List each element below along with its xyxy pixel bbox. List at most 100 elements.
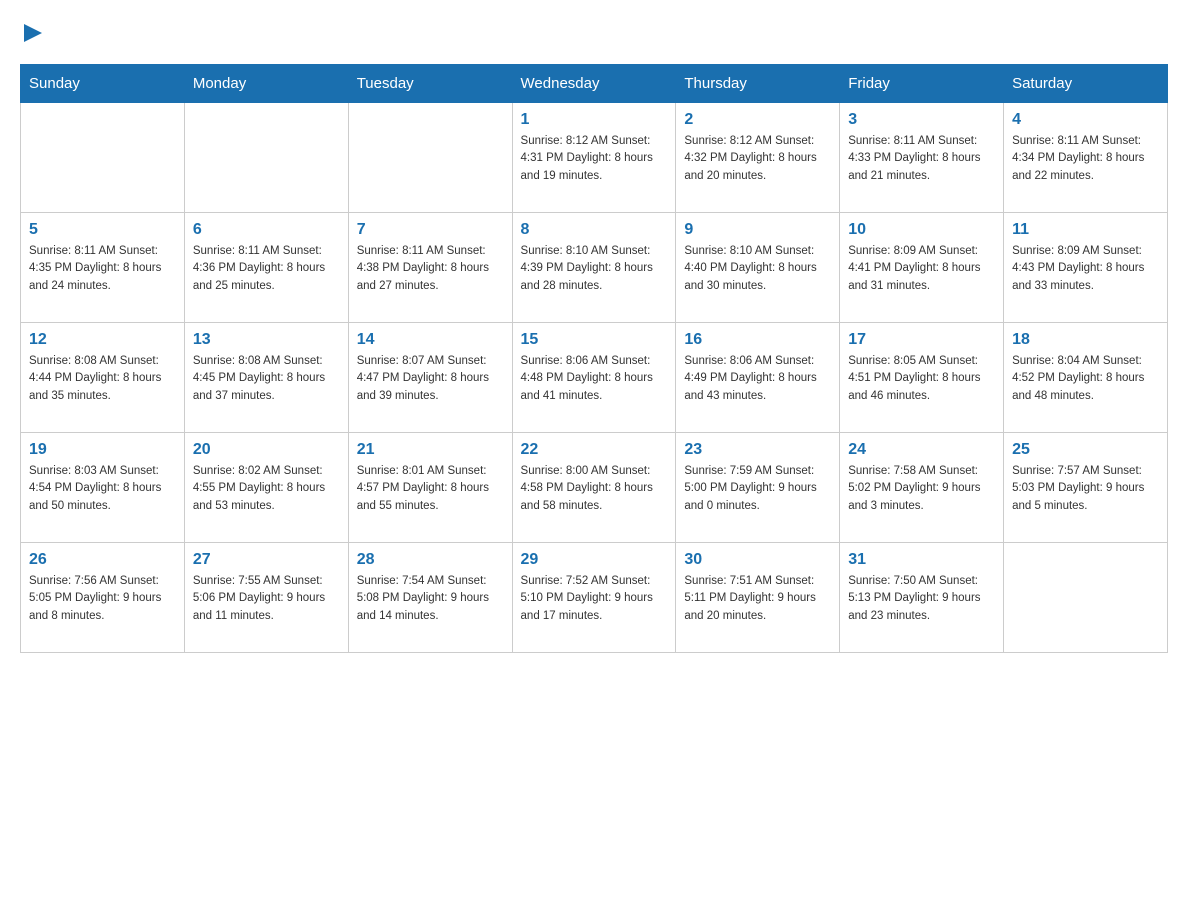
calendar-cell [21, 103, 185, 213]
calendar-cell: 21 Sunrise: 8:01 AM Sunset: 4:57 PM Dayli… [348, 433, 512, 543]
day-info: Sunrise: 8:04 AM Sunset: 4:52 PM Dayligh… [1012, 353, 1159, 405]
day-info: Sunrise: 8:11 AM Sunset: 4:34 PM Dayligh… [1012, 133, 1159, 185]
day-number: 5 [29, 221, 176, 239]
page-header [20, 20, 1168, 44]
day-info: Sunrise: 8:11 AM Sunset: 4:38 PM Dayligh… [357, 243, 504, 295]
day-number: 31 [848, 551, 995, 569]
day-info: Sunrise: 8:10 AM Sunset: 4:40 PM Dayligh… [684, 243, 831, 295]
day-number: 9 [684, 221, 831, 239]
calendar-cell: 9 Sunrise: 8:10 AM Sunset: 4:40 PM Daylig… [676, 213, 840, 323]
logo-arrow-icon [22, 22, 44, 44]
day-number: 4 [1012, 111, 1159, 129]
calendar-cell: 4 Sunrise: 8:11 AM Sunset: 4:34 PM Daylig… [1004, 103, 1168, 213]
week-row-3: 12 Sunrise: 8:08 AM Sunset: 4:44 PM Dayli… [21, 323, 1168, 433]
day-number: 13 [193, 331, 340, 349]
day-number: 25 [1012, 441, 1159, 459]
calendar-cell [184, 103, 348, 213]
day-info: Sunrise: 7:58 AM Sunset: 5:02 PM Dayligh… [848, 463, 995, 515]
day-info: Sunrise: 8:08 AM Sunset: 4:45 PM Dayligh… [193, 353, 340, 405]
calendar-table: SundayMondayTuesdayWednesdayThursdayFrid… [20, 64, 1168, 653]
day-number: 26 [29, 551, 176, 569]
weekday-header-wednesday: Wednesday [512, 65, 676, 103]
day-number: 15 [521, 331, 668, 349]
calendar-cell: 6 Sunrise: 8:11 AM Sunset: 4:36 PM Daylig… [184, 213, 348, 323]
day-info: Sunrise: 7:51 AM Sunset: 5:11 PM Dayligh… [684, 573, 831, 625]
calendar-cell: 22 Sunrise: 8:00 AM Sunset: 4:58 PM Dayli… [512, 433, 676, 543]
calendar-cell [1004, 543, 1168, 653]
day-info: Sunrise: 8:01 AM Sunset: 4:57 PM Dayligh… [357, 463, 504, 515]
day-number: 20 [193, 441, 340, 459]
day-info: Sunrise: 7:50 AM Sunset: 5:13 PM Dayligh… [848, 573, 995, 625]
day-info: Sunrise: 7:59 AM Sunset: 5:00 PM Dayligh… [684, 463, 831, 515]
day-info: Sunrise: 8:12 AM Sunset: 4:32 PM Dayligh… [684, 133, 831, 185]
weekday-header-friday: Friday [840, 65, 1004, 103]
week-row-4: 19Sunrise: 8:03 AM Sunset: 4:54 PM Dayli… [21, 433, 1168, 543]
day-number: 22 [521, 441, 668, 459]
day-number: 16 [684, 331, 831, 349]
day-number: 19 [29, 441, 176, 459]
day-number: 6 [193, 221, 340, 239]
day-info: Sunrise: 8:08 AM Sunset: 4:44 PM Dayligh… [29, 353, 176, 405]
calendar-cell: 16 Sunrise: 8:06 AM Sunset: 4:49 PM Dayli… [676, 323, 840, 433]
calendar-body: 1Sunrise: 8:12 AM Sunset: 4:31 PM Daylig… [21, 103, 1168, 653]
weekday-header-thursday: Thursday [676, 65, 840, 103]
weekday-header-sunday: Sunday [21, 65, 185, 103]
calendar-cell: 5 Sunrise: 8:11 AM Sunset: 4:35 PM Daylig… [21, 213, 185, 323]
day-info: Sunrise: 7:57 AM Sunset: 5:03 PM Dayligh… [1012, 463, 1159, 515]
day-info: Sunrise: 8:05 AM Sunset: 4:51 PM Dayligh… [848, 353, 995, 405]
day-number: 27 [193, 551, 340, 569]
week-row-5: 26 Sunrise: 7:56 AM Sunset: 5:05 PM Dayli… [21, 543, 1168, 653]
day-info: Sunrise: 7:54 AM Sunset: 5:08 PM Dayligh… [357, 573, 504, 625]
day-number: 30 [684, 551, 831, 569]
day-number: 11 [1012, 221, 1159, 239]
day-number: 23 [684, 441, 831, 459]
calendar-cell: 17 Sunrise: 8:05 AM Sunset: 4:51 PM Dayli… [840, 323, 1004, 433]
day-info: Sunrise: 8:09 AM Sunset: 4:41 PM Dayligh… [848, 243, 995, 295]
calendar-cell: 28Sunrise: 7:54 AM Sunset: 5:08 PM Dayli… [348, 543, 512, 653]
day-number: 12 [29, 331, 176, 349]
calendar-cell: 10 Sunrise: 8:09 AM Sunset: 4:41 PM Dayli… [840, 213, 1004, 323]
calendar-cell: 14 Sunrise: 8:07 AM Sunset: 4:47 PM Dayli… [348, 323, 512, 433]
calendar-cell: 23 Sunrise: 7:59 AM Sunset: 5:00 PM Dayli… [676, 433, 840, 543]
calendar-cell: 2 Sunrise: 8:12 AM Sunset: 4:32 PM Daylig… [676, 103, 840, 213]
calendar-cell: 31 Sunrise: 7:50 AM Sunset: 5:13 PM Dayli… [840, 543, 1004, 653]
calendar-cell: 19Sunrise: 8:03 AM Sunset: 4:54 PM Dayli… [21, 433, 185, 543]
calendar-cell: 3 Sunrise: 8:11 AM Sunset: 4:33 PM Daylig… [840, 103, 1004, 213]
day-info: Sunrise: 8:11 AM Sunset: 4:35 PM Dayligh… [29, 243, 176, 295]
calendar-cell: 24 Sunrise: 7:58 AM Sunset: 5:02 PM Dayli… [840, 433, 1004, 543]
day-number: 10 [848, 221, 995, 239]
day-number: 7 [357, 221, 504, 239]
calendar-header: SundayMondayTuesdayWednesdayThursdayFrid… [21, 65, 1168, 103]
week-row-2: 5 Sunrise: 8:11 AM Sunset: 4:35 PM Daylig… [21, 213, 1168, 323]
day-number: 24 [848, 441, 995, 459]
day-info: Sunrise: 8:10 AM Sunset: 4:39 PM Dayligh… [521, 243, 668, 295]
calendar-cell: 15 Sunrise: 8:06 AM Sunset: 4:48 PM Dayli… [512, 323, 676, 433]
day-number: 3 [848, 111, 995, 129]
calendar-cell: 30 Sunrise: 7:51 AM Sunset: 5:11 PM Dayli… [676, 543, 840, 653]
day-info: Sunrise: 8:02 AM Sunset: 4:55 PM Dayligh… [193, 463, 340, 515]
day-info: Sunrise: 8:06 AM Sunset: 4:49 PM Dayligh… [684, 353, 831, 405]
day-info: Sunrise: 7:55 AM Sunset: 5:06 PM Dayligh… [193, 573, 340, 625]
day-info: Sunrise: 8:07 AM Sunset: 4:47 PM Dayligh… [357, 353, 504, 405]
calendar-cell: 13 Sunrise: 8:08 AM Sunset: 4:45 PM Dayli… [184, 323, 348, 433]
day-info: Sunrise: 8:11 AM Sunset: 4:33 PM Dayligh… [848, 133, 995, 185]
day-info: Sunrise: 8:11 AM Sunset: 4:36 PM Dayligh… [193, 243, 340, 295]
day-number: 17 [848, 331, 995, 349]
day-info: Sunrise: 7:56 AM Sunset: 5:05 PM Dayligh… [29, 573, 176, 625]
day-number: 2 [684, 111, 831, 129]
day-info: Sunrise: 8:06 AM Sunset: 4:48 PM Dayligh… [521, 353, 668, 405]
calendar-cell: 20 Sunrise: 8:02 AM Sunset: 4:55 PM Dayli… [184, 433, 348, 543]
day-number: 14 [357, 331, 504, 349]
calendar-cell: 1Sunrise: 8:12 AM Sunset: 4:31 PM Daylig… [512, 103, 676, 213]
weekday-header-saturday: Saturday [1004, 65, 1168, 103]
calendar-cell: 29Sunrise: 7:52 AM Sunset: 5:10 PM Dayli… [512, 543, 676, 653]
calendar-cell: 25 Sunrise: 7:57 AM Sunset: 5:03 PM Dayli… [1004, 433, 1168, 543]
day-info: Sunrise: 8:12 AM Sunset: 4:31 PM Dayligh… [521, 133, 668, 185]
calendar-cell: 18Sunrise: 8:04 AM Sunset: 4:52 PM Dayli… [1004, 323, 1168, 433]
calendar-cell: 7 Sunrise: 8:11 AM Sunset: 4:38 PM Daylig… [348, 213, 512, 323]
day-number: 21 [357, 441, 504, 459]
day-info: Sunrise: 8:00 AM Sunset: 4:58 PM Dayligh… [521, 463, 668, 515]
week-row-1: 1Sunrise: 8:12 AM Sunset: 4:31 PM Daylig… [21, 103, 1168, 213]
day-info: Sunrise: 8:09 AM Sunset: 4:43 PM Dayligh… [1012, 243, 1159, 295]
weekday-header-tuesday: Tuesday [348, 65, 512, 103]
